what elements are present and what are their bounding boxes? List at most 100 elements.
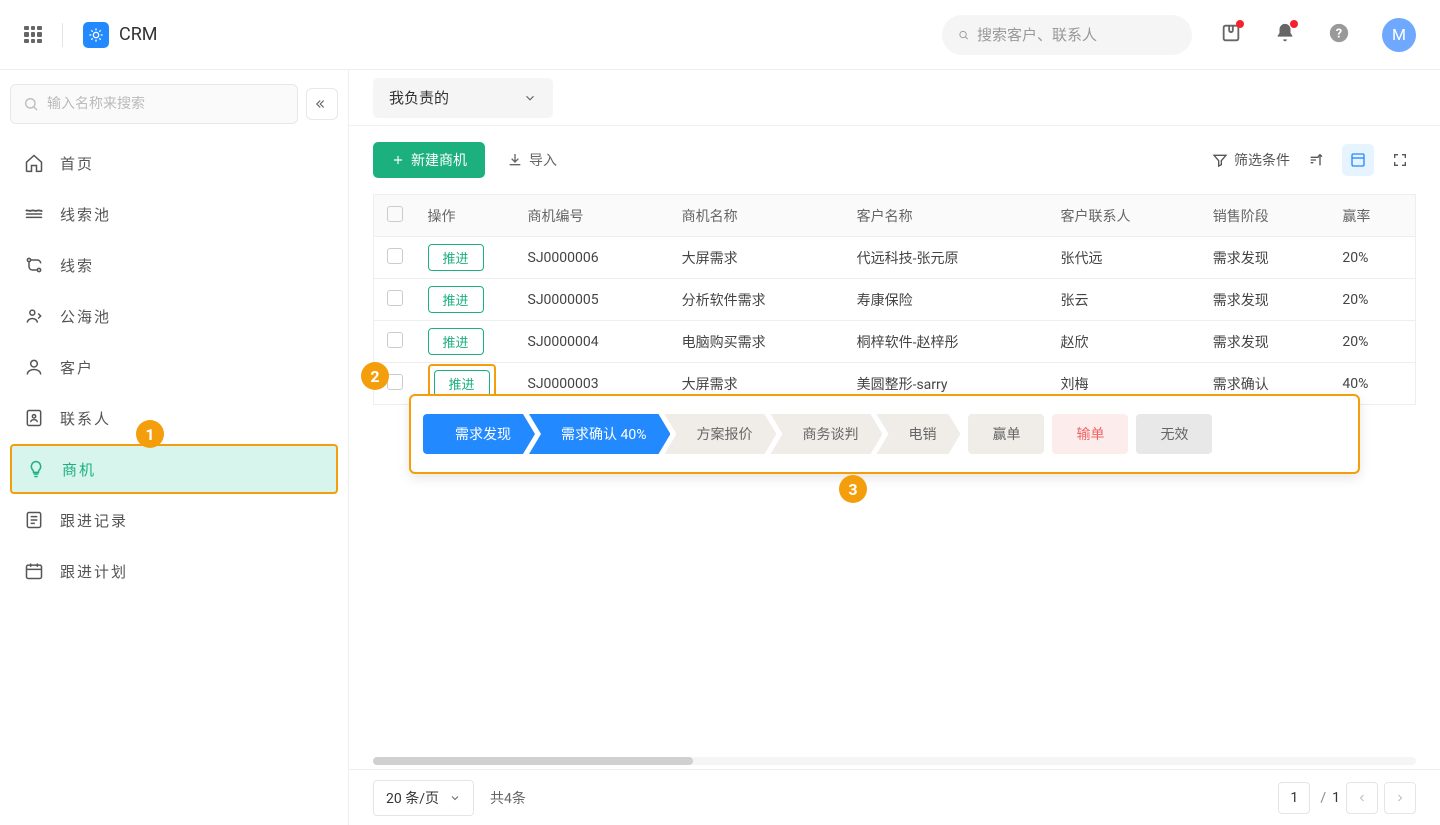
stage-step[interactable]: 需求发现 (423, 414, 535, 454)
column-header: 商机名称 (670, 195, 845, 237)
cell-rate: 20% (1330, 237, 1415, 279)
advance-button[interactable]: 推进 (428, 244, 484, 271)
global-search-input[interactable] (977, 26, 1176, 44)
sidebar-item-label: 首页 (60, 153, 94, 174)
download-icon (507, 152, 523, 168)
main-content: 我负责的 新建商机 导入 筛选条件 (349, 70, 1440, 825)
sidebar-item-label: 跟进计划 (60, 561, 128, 582)
plus-icon (391, 153, 405, 167)
stage-step[interactable]: 方案报价 (664, 414, 776, 454)
sidebar-search[interactable] (10, 84, 298, 124)
sidebar-item-label: 客户 (60, 357, 94, 378)
help-icon[interactable]: ? (1328, 22, 1350, 48)
total-pages: 1 (1332, 790, 1340, 806)
crm-logo-icon (83, 22, 109, 48)
opportunity-table: 操作商机编号商机名称客户名称客户联系人销售阶段赢率 推进SJ0000006大屏需… (373, 194, 1416, 405)
sidebar-item-note[interactable]: 跟进记录 (10, 495, 338, 545)
fullscreen-button[interactable] (1384, 144, 1416, 176)
filter-button[interactable]: 筛选条件 (1212, 150, 1290, 170)
advance-button[interactable]: 推进 (428, 328, 484, 355)
bulb-icon (26, 459, 46, 479)
table-row: 推进SJ0000004电脑购买需求桐梓软件-赵梓彤赵欣需求发现20% (374, 321, 1416, 363)
expand-icon (1392, 152, 1408, 168)
sidebar-item-layers[interactable]: 线索池 (10, 189, 338, 239)
calendar-icon (24, 561, 44, 581)
sidebar-item-label: 联系人 (60, 408, 111, 429)
note-icon (24, 510, 44, 530)
chevron-right-icon (1394, 792, 1406, 804)
cell-name: 电脑购买需求 (670, 321, 845, 363)
cell-customer: 代远科技-张元原 (845, 237, 1049, 279)
notification-puzzle-icon[interactable] (1220, 22, 1242, 48)
sidebar-item-bulb[interactable]: 商机 (10, 444, 338, 494)
row-checkbox[interactable] (387, 290, 403, 306)
sidebar-item-route[interactable]: 线索 (10, 240, 338, 290)
prev-page-button[interactable] (1346, 782, 1378, 814)
global-search[interactable] (942, 15, 1192, 55)
horizontal-scrollbar[interactable] (373, 757, 1416, 765)
row-checkbox[interactable] (387, 248, 403, 264)
stage-step[interactable]: 商务谈判 (770, 414, 882, 454)
divider (62, 23, 63, 47)
chevron-left-icon (315, 97, 329, 111)
advance-button[interactable]: 推进 (428, 286, 484, 313)
sidebar-item-pool[interactable]: 公海池 (10, 291, 338, 341)
view-toggle-button[interactable] (1342, 144, 1374, 176)
layers-icon (24, 204, 44, 224)
stage-step[interactable]: 需求确认 40% (529, 414, 670, 454)
cell-name: 大屏需求 (670, 237, 845, 279)
column-header: 客户联系人 (1049, 195, 1201, 237)
apps-grid-icon[interactable] (24, 26, 42, 44)
chevron-down-icon (449, 792, 461, 804)
user-icon (24, 357, 44, 377)
stage-step[interactable]: 电销 (876, 414, 960, 454)
column-header: 销售阶段 (1201, 195, 1331, 237)
cell-id: SJ0000006 (516, 237, 670, 279)
cell-rate: 20% (1330, 321, 1415, 363)
page-size-select[interactable]: 20 条/页 (373, 780, 474, 816)
search-icon (23, 96, 39, 112)
badge-dot (1236, 20, 1244, 28)
sidebar-item-label: 跟进记录 (60, 510, 128, 531)
cell-id: SJ0000005 (516, 279, 670, 321)
import-label: 导入 (529, 150, 557, 170)
cell-id: SJ0000004 (516, 321, 670, 363)
next-page-button[interactable] (1384, 782, 1416, 814)
cell-contact: 张代远 (1049, 237, 1201, 279)
new-label: 新建商机 (411, 150, 467, 170)
column-header: 商机编号 (516, 195, 670, 237)
sidebar-item-user[interactable]: 客户 (10, 342, 338, 392)
stage-progress-popover: 需求发现需求确认 40%方案报价商务谈判电销 赢单 输单 无效 (409, 394, 1360, 474)
search-icon (958, 26, 969, 44)
row-checkbox[interactable] (387, 374, 403, 390)
collapse-sidebar-button[interactable] (306, 88, 338, 120)
advance-button[interactable]: 推进 (434, 370, 490, 397)
callout-badge-1: 1 (136, 420, 164, 448)
sidebar-item-contact[interactable]: 联系人 (10, 393, 338, 443)
total-count: 共4条 (490, 788, 526, 808)
sidebar-item-calendar[interactable]: 跟进计划 (10, 546, 338, 596)
sidebar-item-label: 线索 (60, 255, 94, 276)
filter-label: 筛选条件 (1234, 150, 1290, 170)
cell-stage: 需求发现 (1201, 237, 1331, 279)
sidebar-search-input[interactable] (47, 96, 285, 112)
current-page[interactable]: 1 (1278, 782, 1310, 814)
sort-button[interactable] (1300, 144, 1332, 176)
chevron-left-icon (1356, 792, 1368, 804)
scope-select[interactable]: 我负责的 (373, 78, 553, 118)
stage-void[interactable]: 无效 (1136, 414, 1212, 454)
sidebar-item-home[interactable]: 首页 (10, 138, 338, 188)
page-separator: / (1320, 790, 1326, 806)
stage-win[interactable]: 赢单 (968, 414, 1044, 454)
select-all-checkbox[interactable] (387, 206, 403, 222)
home-icon (24, 153, 44, 173)
stage-lose[interactable]: 输单 (1052, 414, 1128, 454)
import-button[interactable]: 导入 (507, 150, 557, 170)
page-size-label: 20 条/页 (386, 788, 439, 808)
bell-icon[interactable] (1274, 22, 1296, 48)
row-checkbox[interactable] (387, 332, 403, 348)
pagination-footer: 20 条/页 共4条 1 / 1 (349, 769, 1440, 825)
column-header: 赢率 (1330, 195, 1415, 237)
new-opportunity-button[interactable]: 新建商机 (373, 142, 485, 178)
user-avatar[interactable]: M (1382, 18, 1416, 52)
